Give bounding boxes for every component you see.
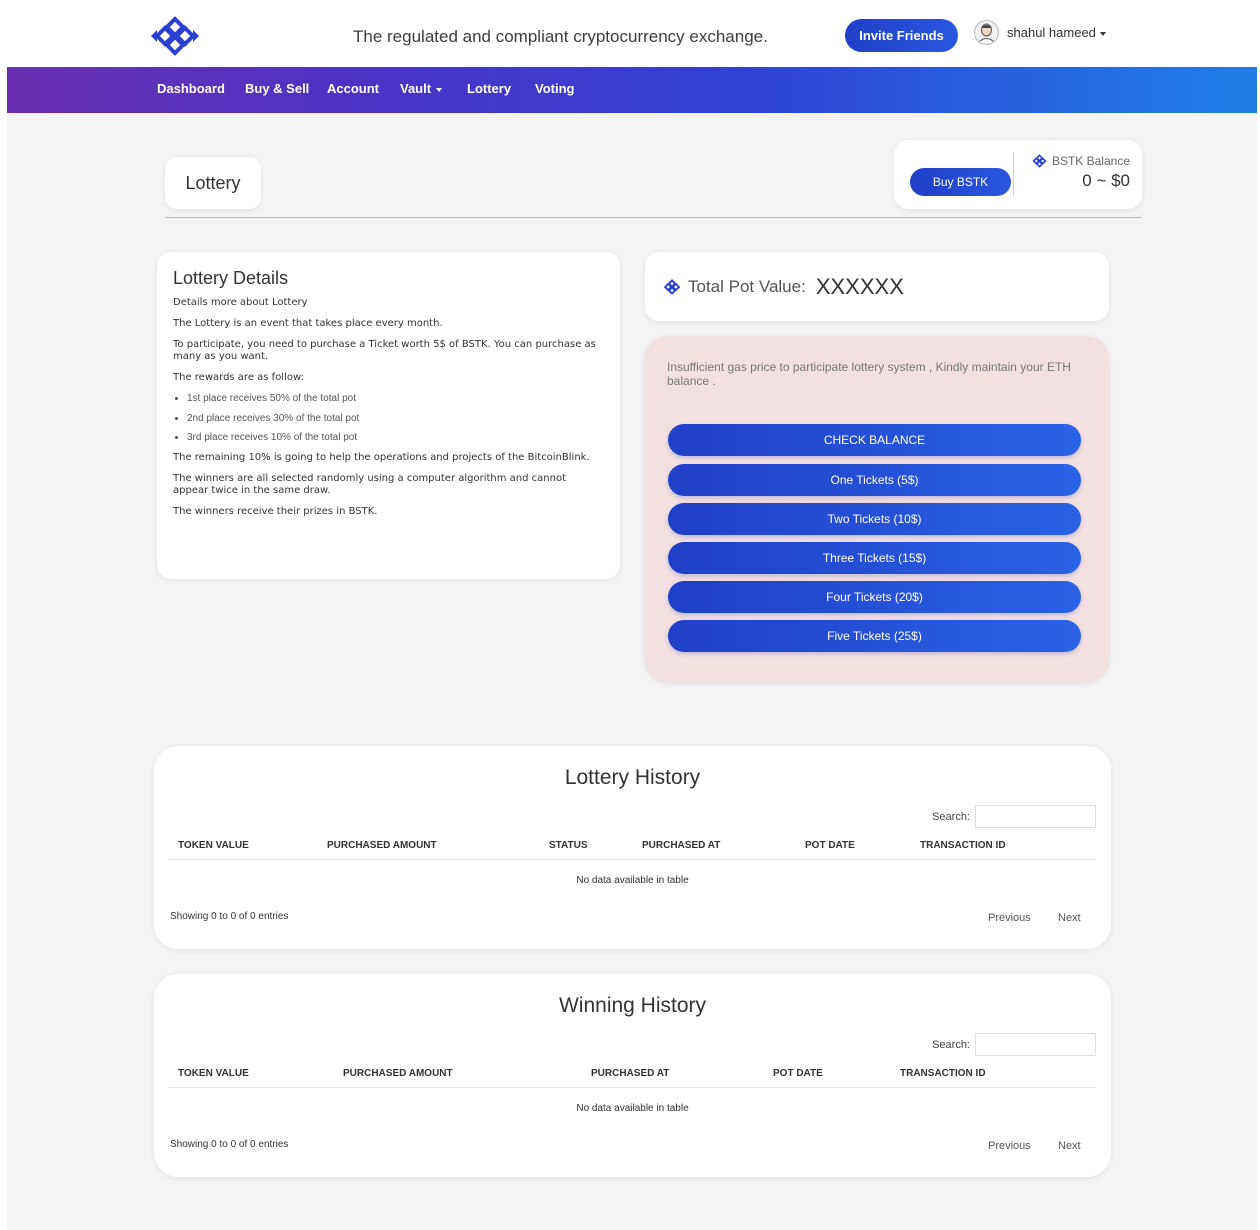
brand-logo-icon[interactable] <box>149 16 201 56</box>
avatar <box>974 20 999 45</box>
user-name: shahul hameed <box>1007 25 1106 40</box>
column-header[interactable]: POT DATE <box>773 1068 823 1079</box>
balance-label-text: BSTK Balance <box>1051 154 1130 168</box>
nav-item-buy-sell[interactable]: Buy & Sell <box>245 81 309 96</box>
details-paragraph: The Lottery is an event that takes place… <box>173 318 443 329</box>
app-frame: The regulated and compliant cryptocurren… <box>7 5 1257 1230</box>
table-info: Showing 0 to 0 of 0 entries <box>170 1139 289 1150</box>
nav-item-voting[interactable]: Voting <box>535 81 574 96</box>
nav-item-vault-label: Vault <box>400 81 432 96</box>
total-pot-card: Total Pot Value: XXXXXX <box>645 252 1109 321</box>
column-header[interactable]: PURCHASED AT <box>591 1068 669 1079</box>
column-header[interactable]: POT DATE <box>805 840 855 851</box>
lottery-history-card: Lottery History Search: TOKEN VALUE PURC… <box>154 746 1111 949</box>
buy-two-tickets-button[interactable]: Two Tickets (10$) <box>668 503 1081 535</box>
reward-item: 3rd place receives 10% of the total pot <box>187 432 604 444</box>
details-paragraph: The winners are all selected randomly us… <box>173 472 567 496</box>
ticket-purchase-card: Insufficient gas price to participate lo… <box>645 336 1109 682</box>
winning-history-search-input[interactable] <box>975 1033 1096 1056</box>
search-label: Search: <box>932 1039 970 1051</box>
column-header[interactable]: TRANSACTION ID <box>900 1068 986 1079</box>
details-paragraph: The remaining 10% is going to help the o… <box>173 451 590 463</box>
nav-item-lottery[interactable]: Lottery <box>467 81 511 96</box>
lottery-details-card: Lottery Details Details more about Lotte… <box>157 252 620 579</box>
winning-history-card: Winning History Search: TOKEN VALUE PURC… <box>154 974 1111 1177</box>
buy-five-tickets-button[interactable]: Five Tickets (25$) <box>668 620 1081 652</box>
column-header[interactable]: PURCHASED AMOUNT <box>327 840 437 851</box>
gas-warning-text: Insufficient gas price to participate lo… <box>667 360 1071 389</box>
bstk-token-icon <box>1032 154 1047 168</box>
lottery-history-search-input[interactable] <box>975 805 1096 828</box>
user-avatar-icon <box>977 23 996 43</box>
column-header[interactable]: TOKEN VALUE <box>178 840 249 851</box>
previous-page-button[interactable]: Previous <box>988 912 1031 924</box>
previous-page-button[interactable]: Previous <box>988 1140 1031 1152</box>
bstk-balance-card: Buy BSTK BSTK Balance 0 ~ $0 <box>894 140 1142 209</box>
nav-item-account[interactable]: Account <box>327 81 379 96</box>
bstk-token-icon <box>663 278 681 295</box>
next-page-button[interactable]: Next <box>1058 1140 1081 1152</box>
buy-one-ticket-button[interactable]: One Tickets (5$) <box>668 464 1081 496</box>
reward-item: 2nd place receives 30% of the total pot <box>187 413 604 425</box>
chevron-down-icon <box>1099 31 1106 36</box>
total-pot-value: XXXXXX <box>815 273 904 299</box>
empty-table-message: No data available in table <box>576 875 689 886</box>
nav-item-vault[interactable]: Vault <box>400 81 443 96</box>
total-pot-label: Total Pot Value: <box>688 276 806 296</box>
column-header[interactable]: PURCHASED AT <box>642 840 720 851</box>
lottery-history-title: Lottery History <box>564 766 701 789</box>
rewards-list: 1st place receives 50% of the total pot … <box>187 393 604 444</box>
balance-separator <box>1013 152 1014 196</box>
title-divider <box>165 217 1142 218</box>
buy-four-tickets-button[interactable]: Four Tickets (20$) <box>668 581 1081 613</box>
search-label: Search: <box>932 811 970 823</box>
column-header[interactable]: PURCHASED AMOUNT <box>343 1068 453 1079</box>
user-menu[interactable]: shahul hameed <box>974 20 1106 45</box>
balance-value: 0 ~ $0 <box>1082 171 1130 190</box>
nav-item-dashboard[interactable]: Dashboard <box>157 81 225 96</box>
lottery-details-heading: Lottery Details <box>173 268 289 288</box>
column-header[interactable]: STATUS <box>549 840 588 851</box>
details-paragraph: The winners receive their prizes in BSTK… <box>173 505 378 517</box>
main-nav: Dashboard Buy & Sell Account Vault Lotte… <box>7 67 1257 113</box>
details-paragraph: The rewards are as follow: <box>173 372 304 383</box>
details-paragraph: To participate, you need to purchase a T… <box>173 339 596 362</box>
next-page-button[interactable]: Next <box>1058 912 1081 924</box>
column-header[interactable]: TOKEN VALUE <box>178 1068 249 1079</box>
invite-friends-button[interactable]: Invite Friends <box>845 19 958 52</box>
details-paragraph: Details more about Lottery <box>173 297 308 308</box>
winning-history-title: Winning History <box>558 994 707 1017</box>
check-balance-button[interactable]: CHECK BALANCE <box>668 424 1081 456</box>
top-header: The regulated and compliant cryptocurren… <box>7 5 1257 67</box>
chevron-down-icon <box>436 87 443 92</box>
table-header-divider <box>169 1087 1095 1088</box>
table-info: Showing 0 to 0 of 0 entries <box>170 911 289 922</box>
empty-table-message: No data available in table <box>576 1103 689 1114</box>
reward-item: 1st place receives 50% of the total pot <box>187 393 604 405</box>
table-header-divider <box>169 859 1095 860</box>
buy-three-tickets-button[interactable]: Three Tickets (15$) <box>668 542 1081 574</box>
header-tagline: The regulated and compliant cryptocurren… <box>353 27 768 46</box>
balance-label: BSTK Balance <box>1031 154 1130 168</box>
column-header[interactable]: TRANSACTION ID <box>920 840 1006 851</box>
buy-bstk-button[interactable]: Buy BSTK <box>910 168 1011 196</box>
page-title: Lottery <box>165 157 261 209</box>
